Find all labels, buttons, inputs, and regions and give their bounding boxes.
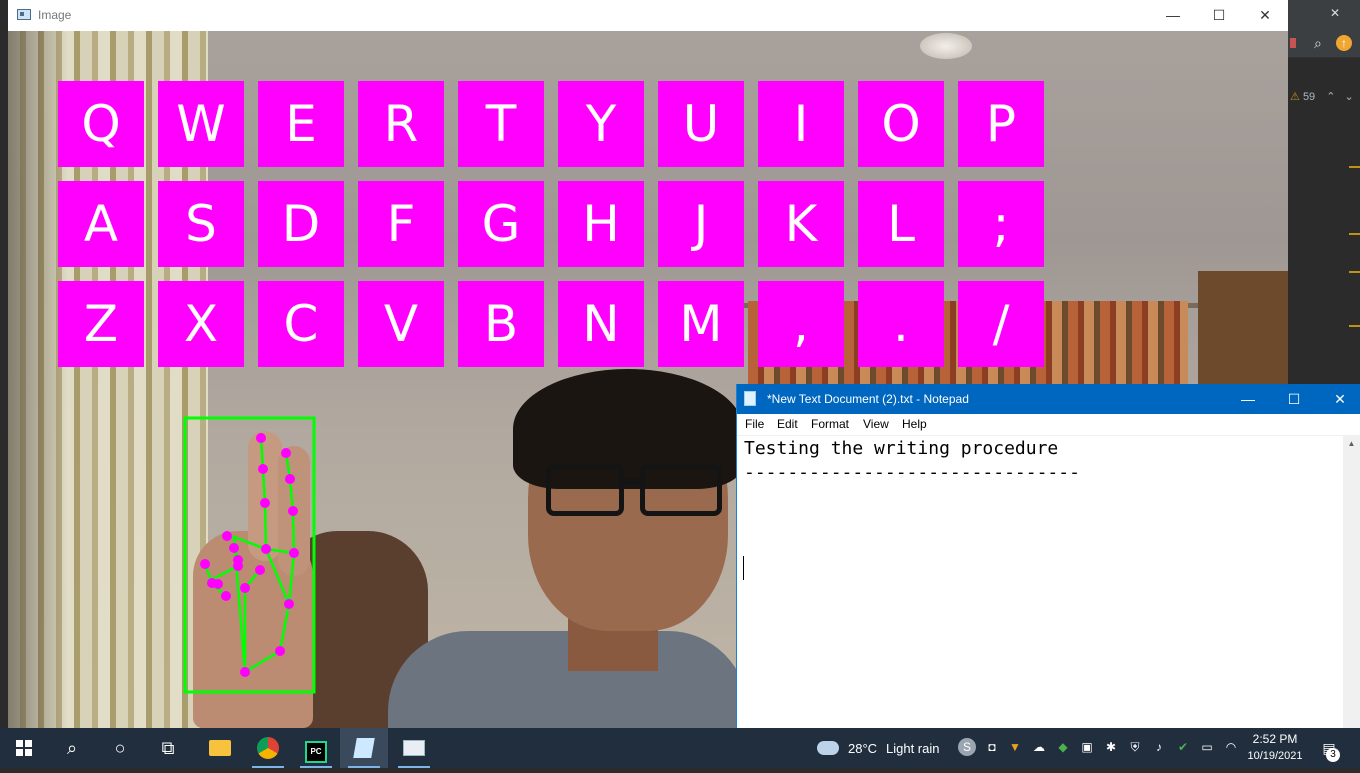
index-bone <box>259 437 268 550</box>
hand-landmarks <box>200 433 299 677</box>
notepad-maximize-button[interactable]: ☐ <box>1271 384 1317 414</box>
ide-close-icon[interactable]: ✕ <box>1330 6 1340 20</box>
windows-icon <box>16 740 32 756</box>
notepad-taskbar-button[interactable] <box>340 728 388 768</box>
landmark-dot <box>258 464 268 474</box>
notepad-title: *New Text Document (2).txt - Notepad <box>767 392 969 406</box>
task-view-icon: ⧉ <box>161 738 175 758</box>
notepad-titlebar[interactable]: *New Text Document (2).txt - Notepad — ☐… <box>737 384 1360 414</box>
ide-update-icon[interactable]: ↑ <box>1336 35 1352 51</box>
ide-scroll-marker <box>1349 325 1360 327</box>
notepad-text-area[interactable]: Testing the writing procedure ----------… <box>737 435 1343 729</box>
chevron-up-icon[interactable]: ⌃ <box>1326 91 1335 103</box>
text-line: ------------------------------- <box>744 462 1080 483</box>
landmark-dot <box>229 543 239 553</box>
weather-condition[interactable]: Light rain <box>886 741 939 756</box>
background-ide-toolbar: ⌕ ↑ <box>1288 31 1360 58</box>
landmark-dot <box>221 591 231 601</box>
weather-cloud-icon[interactable] <box>817 741 839 755</box>
ide-warning-indicator[interactable]: ⚠ 59 ⌃ ⌄ <box>1290 90 1354 103</box>
task-view-button[interactable]: ⧉ <box>144 728 192 768</box>
volume-icon[interactable]: ♪ <box>1150 738 1168 756</box>
image-viewer-button[interactable] <box>390 728 438 768</box>
landmark-dot <box>285 474 295 484</box>
notepad-taskbar-icon <box>353 738 375 758</box>
landmark-dot <box>260 498 270 508</box>
chrome-button[interactable] <box>244 728 292 768</box>
warning-icon: ⚠ <box>1290 91 1300 103</box>
middle-bone <box>284 452 296 554</box>
weather-temperature[interactable]: 28°C <box>848 741 877 756</box>
cortana-button[interactable]: ○ <box>96 728 144 768</box>
landmark-dot <box>256 433 266 443</box>
cloud-off-icon[interactable]: ☁ <box>1030 738 1048 756</box>
menu-help[interactable]: Help <box>902 417 927 431</box>
image-window-icon <box>403 740 425 756</box>
camera-icon[interactable]: ◘ <box>983 738 1001 756</box>
vlc-icon[interactable]: ▼ <box>1006 738 1024 756</box>
landmark-dot <box>275 646 285 656</box>
chrome-icon <box>257 737 279 759</box>
folder-icon <box>209 740 231 756</box>
notification-count-badge: 3 <box>1326 748 1340 762</box>
security-shield-icon[interactable]: ⛨ <box>1126 738 1144 756</box>
battery-icon[interactable]: ▭ <box>1198 738 1216 756</box>
text-caret <box>743 556 744 580</box>
text-line: Testing the writing procedure <box>744 438 1059 459</box>
landmark-dot <box>261 544 271 554</box>
wifi-icon[interactable]: ◠ <box>1222 738 1240 756</box>
knuckle-link <box>264 548 291 605</box>
clock-time[interactable]: 2:52 PM <box>1240 732 1310 746</box>
file-explorer-button[interactable] <box>196 728 244 768</box>
landmark-dot <box>289 548 299 558</box>
search-button[interactable]: ⌕ <box>48 728 96 768</box>
pycharm-icon: PC <box>305 741 327 763</box>
landmark-dot <box>255 565 265 575</box>
hand-skeleton <box>203 437 296 674</box>
background-ide-titlebar: ✕ <box>1288 0 1360 31</box>
notepad-icon <box>744 391 756 406</box>
ide-scroll-marker <box>1349 271 1360 273</box>
pycharm-button[interactable]: PC <box>292 728 340 768</box>
menu-view[interactable]: View <box>863 417 889 431</box>
notepad-window: *New Text Document (2).txt - Notepad — ☐… <box>736 384 1360 729</box>
landmark-dot <box>240 583 250 593</box>
bluetooth-icon[interactable]: ✱ <box>1102 738 1120 756</box>
scroll-up-icon[interactable]: ▲ <box>1343 435 1360 452</box>
start-button[interactable] <box>0 728 48 768</box>
landmark-dot <box>213 579 223 589</box>
network-app-icon[interactable]: ◆ <box>1054 738 1072 756</box>
notepad-minimize-button[interactable]: — <box>1225 384 1271 414</box>
ide-warning-count: 59 <box>1302 91 1316 103</box>
landmark-dot <box>284 599 294 609</box>
search-icon: ⌕ <box>66 738 78 758</box>
landmark-dot <box>222 531 232 541</box>
landmark-dot <box>288 506 298 516</box>
ide-stop-indicator <box>1290 38 1296 48</box>
cortana-icon: ○ <box>114 738 126 758</box>
menu-format[interactable]: Format <box>811 417 849 431</box>
chevron-down-icon[interactable]: ⌄ <box>1345 91 1354 103</box>
skype-icon[interactable]: S <box>958 738 976 756</box>
landmark-dot <box>200 559 210 569</box>
menu-file[interactable]: File <box>745 417 764 431</box>
landmark-dot <box>281 448 291 458</box>
ide-scroll-marker <box>1349 166 1360 168</box>
notepad-close-button[interactable]: ✕ <box>1317 384 1360 414</box>
notepad-menubar: File Edit Format View Help <box>737 414 1360 435</box>
clock-date[interactable]: 10/19/2021 <box>1240 750 1310 762</box>
ide-scroll-marker <box>1349 233 1360 235</box>
landmark-dot <box>233 555 243 565</box>
notepad-vertical-scrollbar[interactable]: ▲ <box>1343 435 1360 728</box>
defender-check-icon[interactable]: ✔ <box>1174 738 1192 756</box>
menu-edit[interactable]: Edit <box>777 417 798 431</box>
landmark-dot <box>240 667 250 677</box>
ide-search-icon[interactable]: ⌕ <box>1314 35 1322 52</box>
storage-icon[interactable]: ▣ <box>1078 738 1096 756</box>
